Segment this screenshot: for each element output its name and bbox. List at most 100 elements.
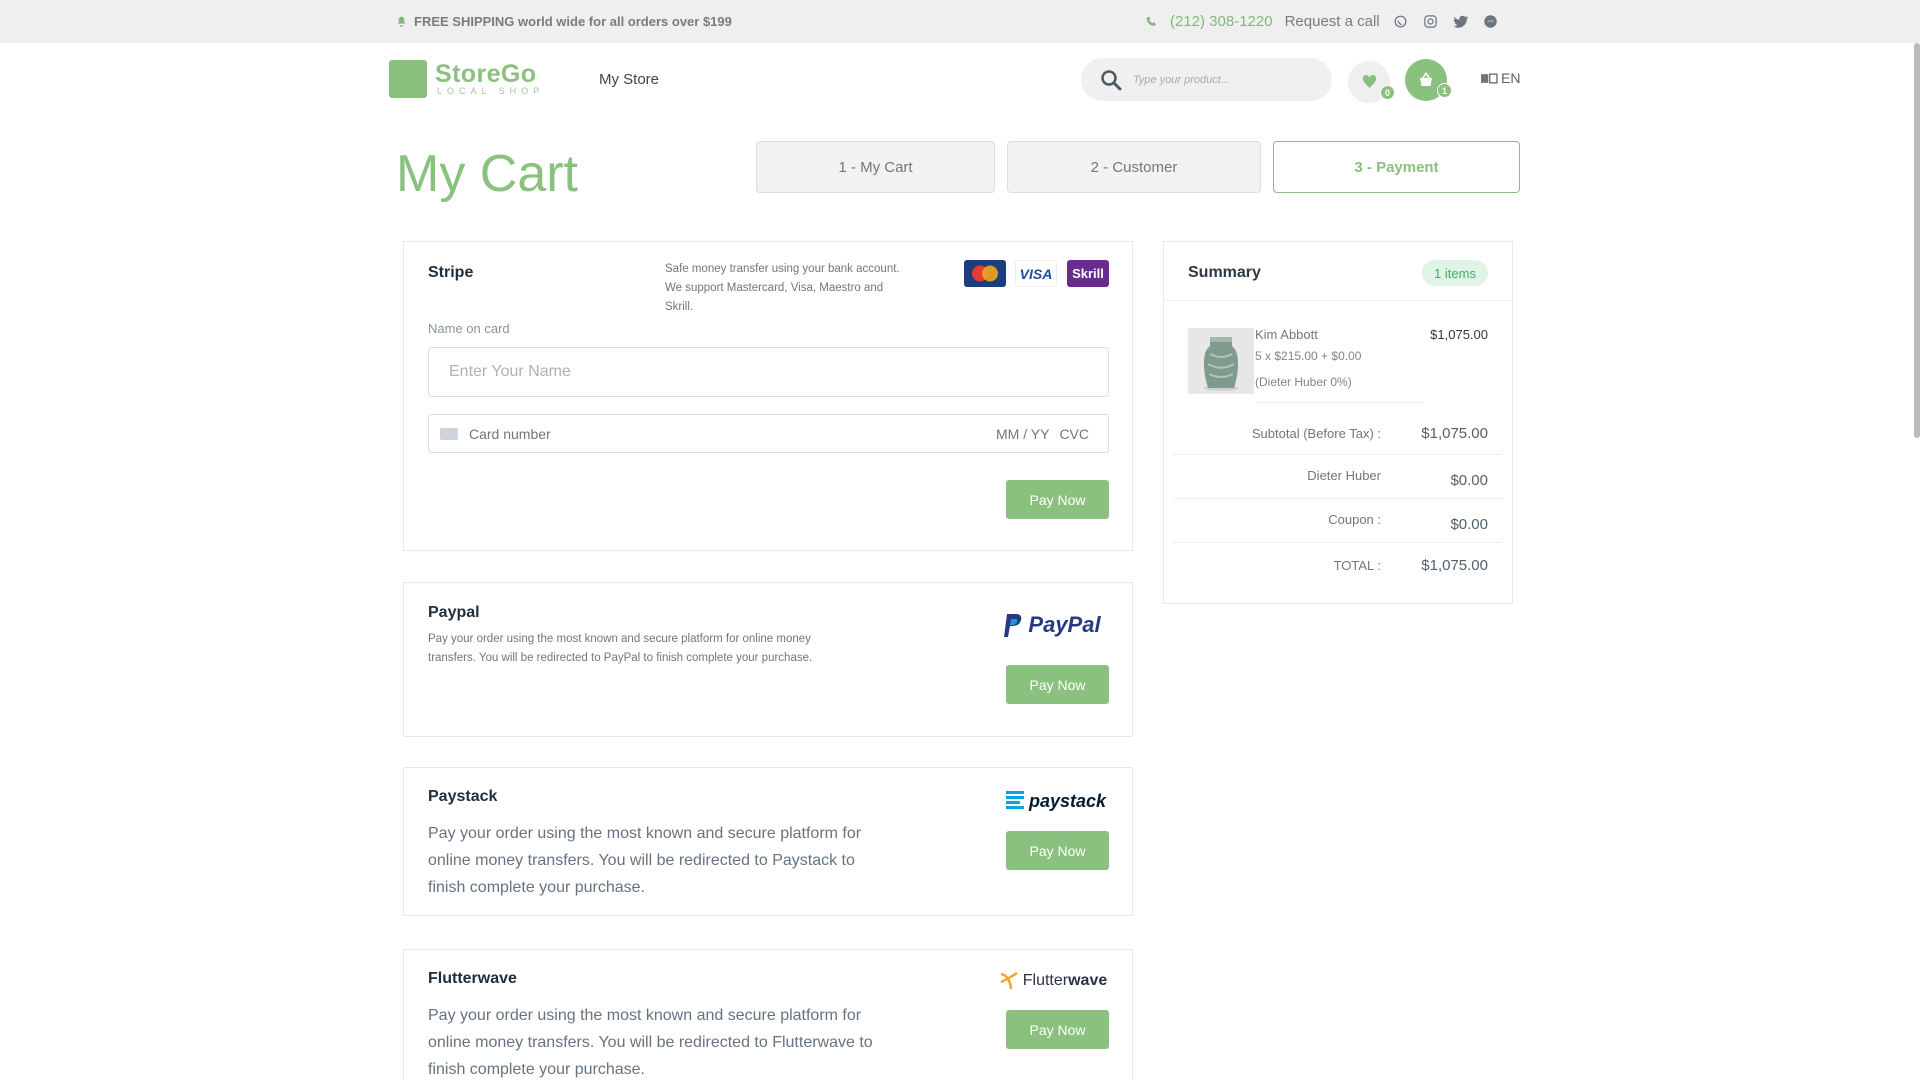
stripe-title: Stripe — [428, 264, 474, 281]
cart-button[interactable]: 1 — [1405, 59, 1452, 101]
whatsapp-icon[interactable] — [1392, 12, 1410, 30]
basket-icon — [1420, 71, 1432, 86]
paypal-pay-button[interactable]: Pay Now — [1006, 665, 1109, 704]
shipping-notice: FREE SHIPPING world wide for all orders … — [395, 14, 732, 29]
items-count-badge: 1 items — [1422, 260, 1488, 286]
summary-title: Summary — [1188, 264, 1261, 281]
heart-icon — [1362, 74, 1376, 88]
shipping-notice-text: FREE SHIPPING world wide for all orders … — [414, 14, 732, 29]
coupon-value: $0.00 — [1450, 516, 1488, 533]
coupon-row: Coupon : $0.00 — [1173, 500, 1502, 543]
paypal-panel: Paypal Pay your order using the most kno… — [403, 582, 1133, 737]
stripe-desc-line: We support Mastercard, Visa, Maestro and… — [665, 282, 884, 313]
paystack-description: Pay your order using the most known and … — [428, 825, 862, 896]
summary-divider — [1164, 300, 1512, 301]
logo-name: StoreGo — [435, 60, 537, 88]
skrill-logo: Skrill — [1067, 260, 1109, 287]
cart-count: 1 — [1437, 83, 1452, 98]
product-price: $1,075.00 — [1430, 327, 1488, 342]
messenger-icon[interactable] — [1482, 12, 1500, 30]
card-exp-cvc: MM / YY CVC — [996, 426, 1089, 442]
nav-my-store[interactable]: My Store — [599, 71, 659, 88]
paystack-pay-button[interactable]: Pay Now — [1006, 831, 1109, 870]
card-expiry-placeholder[interactable]: MM / YY — [996, 426, 1049, 442]
product-quantity-price: 5 x $215.00 + $0.00 — [1255, 349, 1362, 363]
paypal-description: Pay your order using the most known and … — [428, 630, 888, 668]
total-label: TOTAL : — [1333, 558, 1381, 573]
paystack-title: Paystack — [428, 788, 498, 805]
stripe-panel: Stripe Safe money transfer using your ba… — [403, 241, 1133, 551]
paypal-desc-line: transfers. You will be redirected to Pay… — [428, 652, 813, 664]
paystack-panel: Paystack Pay your order using the most k… — [403, 767, 1133, 916]
language-label: EN — [1501, 70, 1521, 86]
paypal-desc-line: Pay your order using the most known and … — [428, 633, 811, 645]
stripe-pay-button[interactable]: Pay Now — [1006, 480, 1109, 519]
flutterwave-logo-text: Flutterwave — [1023, 972, 1107, 990]
step-my-cart[interactable]: 1 - My Cart — [756, 141, 995, 193]
site-header: StoreGo LOCAL SHOP My Store Type your pr… — [0, 43, 1920, 138]
paystack-stripes-icon — [1005, 791, 1024, 809]
mastercard-logo — [964, 260, 1006, 287]
tax-label: Dieter Huber — [1307, 468, 1381, 483]
search-icon[interactable] — [1099, 68, 1123, 92]
phone-number[interactable]: (212) 308-1220 — [1170, 13, 1273, 30]
page-title: My Cart — [396, 145, 578, 203]
paypal-title: Paypal — [428, 604, 480, 621]
request-call-link[interactable]: Request a call — [1285, 13, 1380, 30]
subtotal-row: Subtotal (Before Tax) : $1,075.00 — [1173, 412, 1502, 455]
page-scrollbar[interactable] — [1914, 43, 1920, 438]
card-number-placeholder: Card number — [469, 425, 551, 442]
card-cvc-placeholder[interactable]: CVC — [1059, 426, 1089, 442]
phone-icon — [1146, 16, 1156, 26]
language-selector[interactable]: EN — [1480, 70, 1520, 86]
subtotal-value: $1,075.00 — [1421, 424, 1488, 442]
flutterwave-logo-part: Flutter — [1022, 972, 1069, 989]
order-summary: Summary 1 items Kim Abbott 5 x $215.00 +… — [1163, 241, 1513, 604]
instagram-icon[interactable] — [1422, 12, 1440, 30]
coupon-label: Coupon : — [1328, 512, 1381, 527]
product-tax: (Dieter Huber 0%) — [1255, 375, 1352, 389]
tax-row: Dieter Huber $0.00 — [1173, 456, 1502, 499]
visa-logo: VISA — [1015, 260, 1057, 287]
stripe-description: Safe money transfer using your bank acco… — [665, 260, 905, 317]
language-icon — [1481, 72, 1498, 84]
flutterwave-logo-part-bold: wave — [1068, 972, 1108, 989]
credit-card-icon — [440, 427, 458, 440]
flutterwave-pay-button[interactable]: Pay Now — [1006, 1010, 1109, 1049]
skrill-logo-text: Skrill — [1072, 266, 1104, 281]
subtotal-label: Subtotal (Before Tax) : — [1251, 425, 1381, 441]
stripe-desc-line: Safe money transfer using your bank acco… — [665, 263, 900, 275]
paystack-logo-text: paystack — [1028, 790, 1107, 811]
paystack-logo: paystack — [1002, 788, 1110, 814]
total-row: TOTAL : $1,075.00 — [1173, 544, 1502, 587]
wishlist-button[interactable]: 0 — [1348, 61, 1395, 103]
store-logo[interactable]: StoreGo LOCAL SHOP — [389, 60, 544, 98]
product-divider — [1256, 402, 1422, 403]
top-bar-contact: (212) 308-1220 Request a call — [1145, 12, 1500, 30]
paypal-p-icon — [1004, 613, 1022, 637]
wishlist-count: 0 — [1380, 85, 1395, 100]
paypal-logo-text: PayPal — [1028, 612, 1101, 637]
step-customer[interactable]: 2 - Customer — [1007, 141, 1261, 193]
flutterwave-description: Pay your order using the most known and … — [428, 1007, 873, 1078]
step-payment[interactable]: 3 - Payment — [1273, 141, 1520, 193]
logo-subtitle: LOCAL SHOP — [437, 86, 545, 96]
product-name: Kim Abbott — [1255, 327, 1318, 342]
paypal-logo: PayPal — [997, 610, 1107, 640]
search-input[interactable]: Type your product... — [1133, 74, 1230, 86]
top-bar: FREE SHIPPING world wide for all orders … — [0, 0, 1920, 43]
flutterwave-title: Flutterwave — [428, 970, 517, 987]
flutterwave-logo: Flutterwave — [996, 969, 1110, 993]
tax-value: $0.00 — [1450, 472, 1488, 489]
card-number-field[interactable]: Card number MM / YY CVC — [428, 414, 1109, 453]
total-value: $1,075.00 — [1421, 557, 1488, 574]
flutterwave-mark-icon — [1000, 971, 1018, 990]
visa-logo-text: VISA — [1019, 265, 1053, 282]
search-bar[interactable]: Type your product... — [1081, 58, 1332, 101]
name-on-card-input[interactable]: Enter Your Name — [428, 347, 1109, 397]
logo-mark — [389, 60, 427, 98]
vase-image — [1204, 337, 1238, 391]
flutterwave-panel: Flutterwave Pay your order using the mos… — [403, 949, 1133, 1080]
twitter-icon[interactable] — [1452, 12, 1470, 30]
name-on-card-label: Name on card — [428, 321, 510, 336]
